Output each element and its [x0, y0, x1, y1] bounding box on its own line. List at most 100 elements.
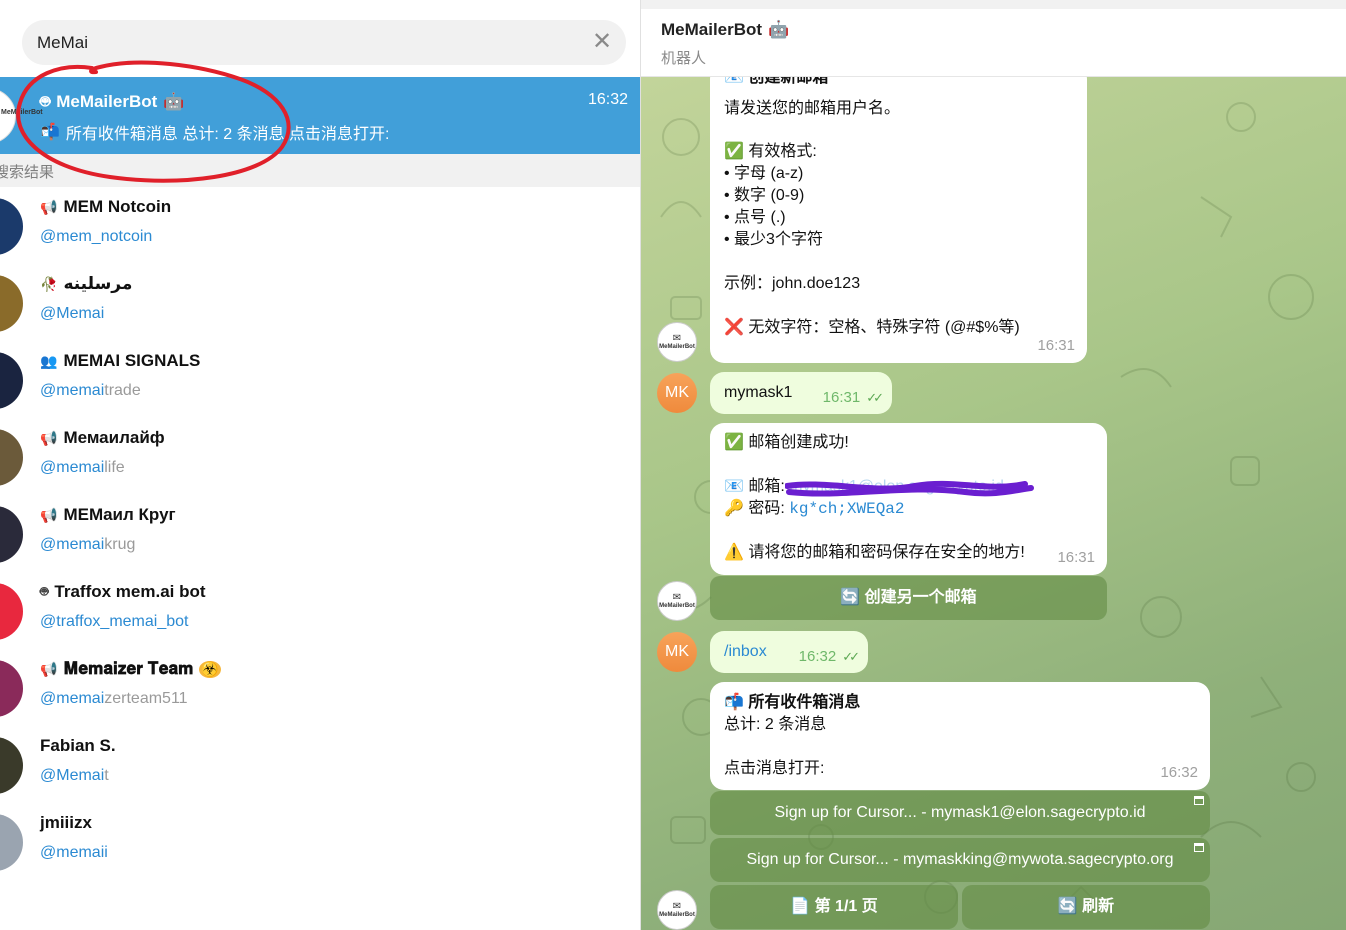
- avatar: [0, 660, 23, 717]
- message-text: ✅ 有效格式:: [724, 143, 817, 160]
- password-line: 🔑 密码: kg*ch;XWEQa2: [724, 500, 905, 518]
- avatar: [0, 429, 23, 486]
- result-name: 📢 Мемаилайф: [40, 428, 165, 448]
- handle-match: @mem_notcoin: [40, 228, 153, 245]
- bot-avatar[interactable]: ✉ MeMailerBot: [657, 581, 697, 621]
- refresh-icon: 🔄: [840, 589, 861, 606]
- result-handle: @traffox_memai_bot: [40, 613, 188, 631]
- result-name: Fabian S.: [40, 736, 116, 756]
- email-value[interactable]: mymask1@elon.sagecrypto.id: [785, 478, 1035, 497]
- message-text: ⚠️ 请将您的邮箱和密码保存在安全的地方!: [724, 544, 1025, 561]
- search-result-item[interactable]: Fabian S. @Memait: [0, 727, 640, 804]
- cross-icon: ❌: [724, 319, 744, 336]
- result-name-text: MEMаил Круг: [63, 505, 176, 524]
- search-result-item[interactable]: jmiiizx @memaii: [0, 804, 640, 881]
- command-link[interactable]: /inbox: [724, 641, 767, 663]
- bot-icon: 🤖︎: [40, 583, 49, 599]
- message-text: ❌ 无效字符：空格、特殊字符 (@#$%等): [724, 319, 1020, 336]
- result-name: 👥 MEMAI SIGNALS: [40, 351, 200, 371]
- avatar: MeMailerBot: [0, 88, 43, 144]
- check-icon: ✅: [724, 143, 744, 160]
- channel-icon: 📢: [40, 506, 58, 523]
- search-result-item[interactable]: 🥀 مرسلينه @Memai: [0, 265, 640, 342]
- channel-icon: 📢: [40, 198, 58, 215]
- mail-item-button[interactable]: Sign up for Cursor... - mymask1@elon.sag…: [710, 791, 1210, 835]
- user-avatar[interactable]: MK: [657, 632, 697, 672]
- message-text: • 最少3个字符: [724, 231, 823, 248]
- chat-item-memailerbot[interactable]: MeMailerBot 🤖︎ MeMailerBot 🤖 16:32 📬 所有收…: [0, 77, 640, 154]
- chat-list-panel: MeMai ✕ MeMailerBot 🤖︎ MeMailerBot 🤖 16:…: [0, 0, 640, 930]
- chat-header[interactable]: MeMailerBot 🤖 机器人: [641, 9, 1346, 77]
- result-name: 🥀 مرسلينه: [40, 274, 132, 294]
- create-another-mailbox-button[interactable]: 🔄 创建另一个邮箱: [710, 576, 1107, 620]
- result-name-text: jmiiizx: [40, 813, 92, 832]
- search-result-item[interactable]: 👥 MEMAI SIGNALS @memaitrade: [0, 342, 640, 419]
- robot-emoji-icon: 🤖: [768, 20, 790, 39]
- key-icon: 🔑: [724, 500, 744, 517]
- chat-item-time: 16:32: [587, 91, 628, 108]
- refresh-icon: 🔄: [1057, 898, 1078, 915]
- page-indicator-button[interactable]: 📄 第 1/1 页: [710, 885, 958, 929]
- result-name: 🤖︎ Traffox mem.ai bot: [40, 582, 206, 602]
- result-name-text: Мемаилайф: [63, 428, 165, 447]
- handle-match: @memai: [40, 536, 105, 553]
- message-time: 16:31 ✓✓: [822, 389, 884, 406]
- chat-item-preview: 📬 所有收件箱消息 总计: 2 条消息 点击消息打开:: [40, 124, 390, 143]
- open-link-icon: [1194, 843, 1204, 852]
- result-handle: @memailife: [40, 459, 125, 477]
- search-result-item[interactable]: 📢 Мемаилайф @memailife: [0, 419, 640, 496]
- chat-status: 机器人: [661, 50, 707, 67]
- result-name: 📢 MEM Notcoin: [40, 197, 171, 217]
- handle-match: @Memai: [40, 305, 105, 322]
- search-result-item[interactable]: 📢 MEM Notcoin @mem_notcoin: [0, 188, 640, 265]
- avatar: [0, 814, 23, 871]
- message-title: 📬 所有收件箱消息: [724, 694, 861, 711]
- message-time: 16:31: [1037, 337, 1075, 354]
- result-name: 📢 𝐌𝐞𝐦𝐚𝐢𝐳𝐞𝐫 𝐓𝐞𝐚𝐦 ☣️: [40, 659, 221, 679]
- search-input-value[interactable]: MeMai: [37, 33, 88, 53]
- handle-match: @memai: [40, 382, 105, 399]
- handle-rest: t: [104, 767, 109, 784]
- result-name-text: Fabian S.: [40, 736, 116, 755]
- handle-match: @memaii: [40, 844, 108, 861]
- result-handle: @memaizerteam511: [40, 690, 188, 708]
- result-name-text: MEMAI SIGNALS: [63, 351, 201, 370]
- biohazard-icon: ☣️: [199, 660, 221, 678]
- bot-message-inbox: 📬 所有收件箱消息 总计: 2 条消息 点击消息打开: 16:32: [710, 682, 1210, 790]
- avatar: [0, 506, 23, 563]
- handle-rest: life: [104, 459, 125, 476]
- message-time: 16:32 ✓✓: [798, 648, 860, 665]
- bot-icon: 🤖︎: [40, 92, 51, 111]
- search-result-item[interactable]: 📢 𝐌𝐞𝐦𝐚𝐢𝐳𝐞𝐫 𝐓𝐞𝐚𝐦 ☣️ @memaizerteam511: [0, 650, 640, 727]
- mail-item-button[interactable]: Sign up for Cursor... - mymaskking@mywot…: [710, 838, 1210, 882]
- search-result-item[interactable]: 📢 MEMаил Круг @memaikrug: [0, 496, 640, 573]
- search-results-header: 搜索结果: [0, 154, 640, 187]
- refresh-button[interactable]: 🔄 刷新: [962, 885, 1210, 929]
- handle-match: @memai: [40, 690, 105, 707]
- bot-avatar[interactable]: ✉ MeMailerBot: [657, 890, 697, 930]
- result-name-text: Traffox mem.ai bot: [54, 582, 206, 601]
- message-text: ✅ 邮箱创建成功!: [724, 434, 849, 451]
- password-value[interactable]: kg*ch;XWEQa2: [789, 500, 904, 518]
- handle-rest: trade: [104, 382, 141, 399]
- search-input[interactable]: MeMai ✕: [22, 20, 626, 65]
- avatar: [0, 198, 23, 255]
- email-icon: 📧: [724, 478, 744, 495]
- result-handle: @memaitrade: [40, 382, 141, 400]
- close-icon[interactable]: ✕: [590, 30, 614, 54]
- avatar: [0, 352, 23, 409]
- bot-avatar[interactable]: ✉ MeMailerBot: [657, 322, 697, 362]
- user-message: mymask1 16:31 ✓✓: [710, 372, 892, 414]
- message-text: 请发送您的邮箱用户名。: [724, 100, 901, 117]
- mailbox-icon: 📬: [40, 124, 60, 141]
- check-icon: ✅: [724, 434, 744, 451]
- result-handle: @memaii: [40, 844, 108, 862]
- handle-rest: zerteam511: [104, 690, 188, 707]
- message-text: • 点号 (.): [724, 209, 786, 226]
- result-name: 📢 MEMаил Круг: [40, 505, 176, 525]
- user-avatar[interactable]: MK: [657, 373, 697, 413]
- avatar: [0, 737, 23, 794]
- chat-item-name: 🤖︎ MeMailerBot 🤖: [40, 90, 184, 114]
- message-time: 16:31: [1057, 549, 1095, 566]
- search-result-item[interactable]: 🤖︎ Traffox mem.ai bot @traffox_memai_bot: [0, 573, 640, 650]
